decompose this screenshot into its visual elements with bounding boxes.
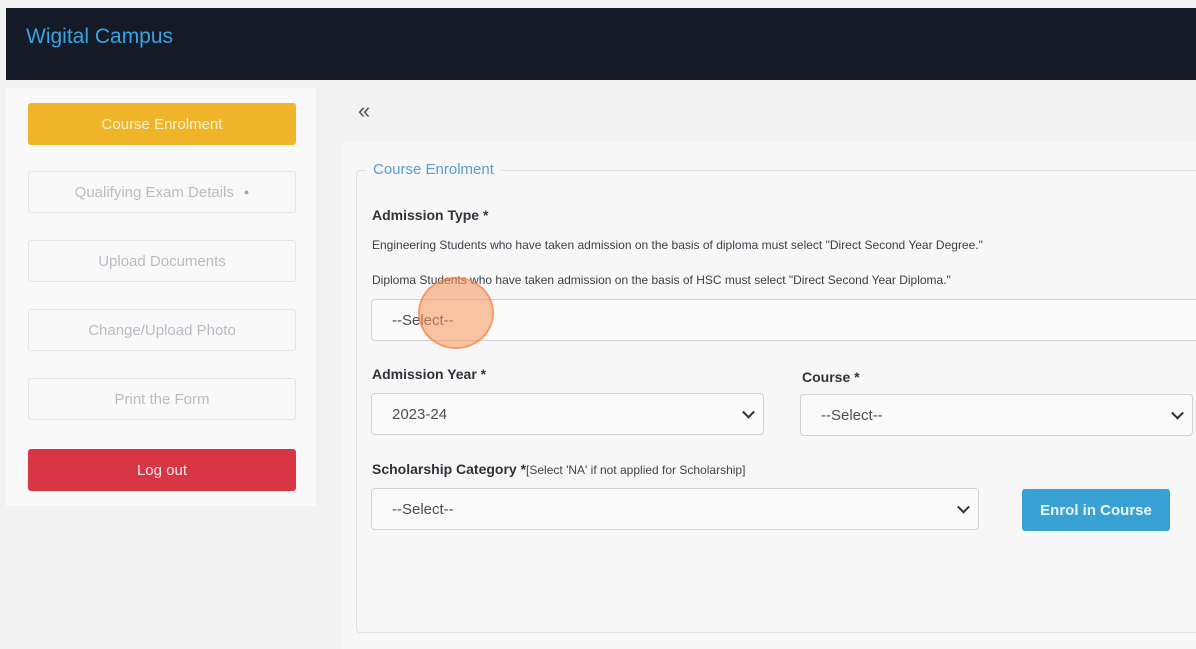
admission-type-help-diploma: Diploma Students who have taken admissio… [372,273,951,287]
app-brand[interactable]: Wigital Campus [26,25,173,49]
chevron-down-icon [957,500,970,514]
sidebar-item-label: Upload Documents [98,252,226,270]
admission-year-value: 2023-24 [392,405,448,423]
admission-type-value: --Select-- [392,311,454,329]
sidebar: Course Enrolment Qualifying Exam Details… [6,88,316,506]
status-dot-icon: ● [243,187,250,197]
admission-year-select[interactable]: 2023-24 [371,393,764,435]
sidebar-item-print-form[interactable]: Print the Form [28,378,296,420]
admission-type-label: Admission Type * [372,207,489,223]
sidebar-item-qualifying-exam-details[interactable]: Qualifying Exam Details ● [28,171,296,213]
chevron-down-icon [742,405,755,419]
sidebar-item-change-upload-photo[interactable]: Change/Upload Photo [28,309,296,351]
top-navbar: Wigital Campus [6,8,1196,80]
sidebar-item-upload-documents[interactable]: Upload Documents [28,240,296,282]
sidebar-item-label: Change/Upload Photo [88,321,236,339]
sidebar-item-label: Qualifying Exam Details [74,183,234,201]
enrol-course-button[interactable]: Enrol in Course [1022,489,1170,531]
sidebar-item-label: Course Enrolment [101,115,223,133]
logout-button[interactable]: Log out [28,449,296,491]
collapse-sidebar-icon[interactable]: « [358,100,370,122]
scholarship-note: [Select 'NA' if not applied for Scholars… [526,463,746,477]
course-value: --Select-- [821,406,883,424]
enrol-course-label: Enrol in Course [1040,501,1152,519]
admission-year-label: Admission Year * [372,366,487,382]
sidebar-item-label: Print the Form [114,390,210,408]
course-select[interactable]: --Select-- [800,394,1193,436]
course-label: Course * [802,369,860,385]
logout-label: Log out [136,461,188,479]
scholarship-select[interactable]: --Select-- [371,488,979,530]
admission-type-help-degree: Engineering Students who have taken admi… [372,238,983,252]
scholarship-value: --Select-- [392,500,454,518]
chevron-down-icon [1171,406,1184,420]
admission-type-select[interactable]: --Select-- [371,299,1196,341]
sidebar-item-course-enrolment[interactable]: Course Enrolment [28,103,296,145]
scholarship-label: Scholarship Category *[Select 'NA' if no… [372,461,745,477]
scholarship-label-text: Scholarship Category * [372,461,527,477]
section-title: Course Enrolment [366,161,501,178]
